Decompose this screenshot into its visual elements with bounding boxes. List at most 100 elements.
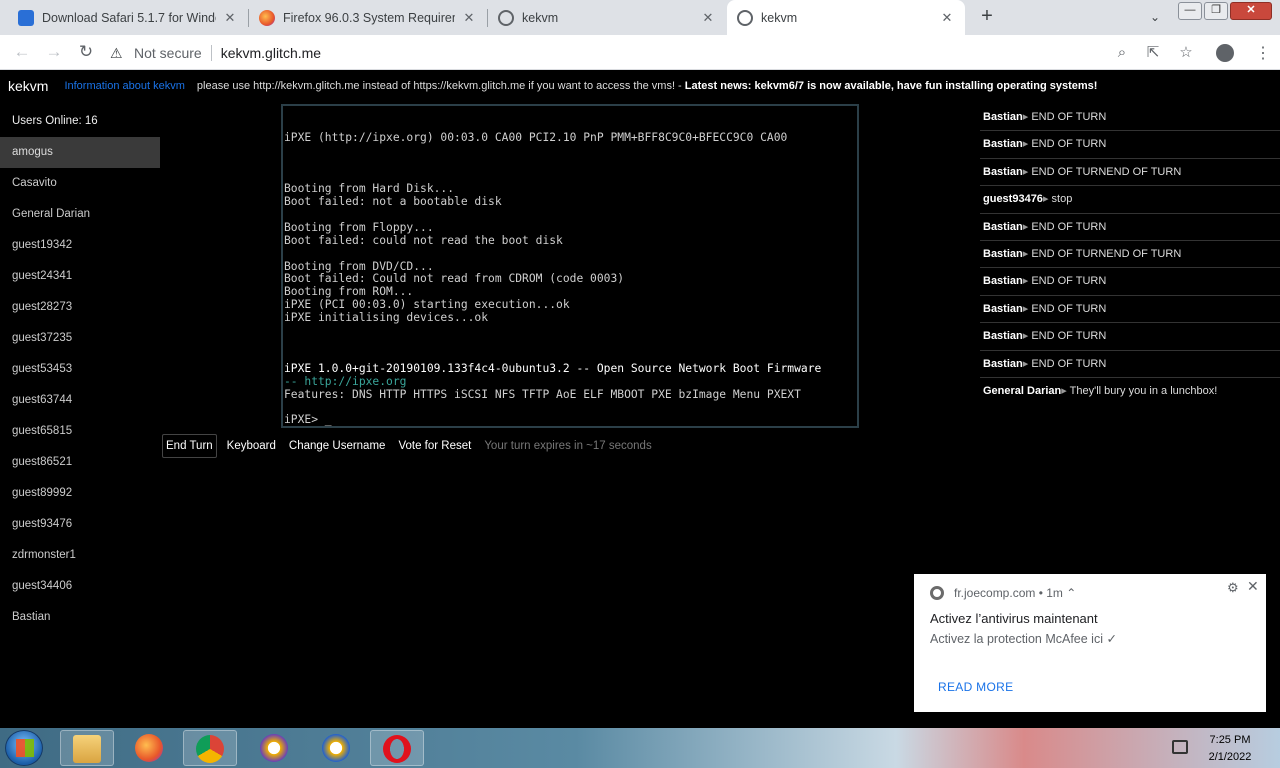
- chat-username: General Darian: [983, 384, 1062, 397]
- chat-username: Bastian: [983, 138, 1023, 151]
- chat-username: Bastian: [983, 357, 1023, 370]
- safari-favicon-icon: [18, 9, 34, 26]
- taskbar-chrome[interactable]: [183, 730, 237, 766]
- user-list-item[interactable]: guest65815: [0, 416, 160, 447]
- user-list-item[interactable]: guest24341: [0, 261, 160, 292]
- system-clock[interactable]: 7:25 PM 2/1/2022: [1190, 732, 1270, 766]
- close-icon[interactable]: ✕: [1247, 578, 1259, 595]
- address-bar[interactable]: ⚠ Not secure kekvm.glitch.me: [110, 40, 1140, 65]
- notification-popup[interactable]: fr.joecomp.com • 1m ⌃ ⚙ ✕ Activez l’anti…: [914, 574, 1266, 712]
- console-dashes: --: [284, 375, 305, 388]
- notification-title: Activez l’antivirus maintenant: [930, 611, 1098, 626]
- close-tab-icon[interactable]: ✕: [222, 10, 238, 26]
- tab-title: Download Safari 5.1.7 for Windo: [42, 10, 216, 25]
- console-line: Boot failed: could not read the boot dis…: [284, 234, 563, 247]
- taskbar-app-5[interactable]: [310, 730, 364, 766]
- back-arrow-icon[interactable]: ←: [11, 41, 33, 63]
- folder-icon: [73, 735, 101, 763]
- new-tab-button[interactable]: +: [975, 5, 999, 29]
- chat-username: Bastian: [983, 165, 1023, 178]
- console-link: http://ipxe.org: [304, 375, 407, 388]
- user-list-item[interactable]: guest37235: [0, 323, 160, 354]
- url-text[interactable]: kekvm.glitch.me: [221, 45, 321, 61]
- user-list-item[interactable]: guest34406: [0, 571, 160, 602]
- tab-kekvm-active[interactable]: kekvm ✕: [727, 0, 965, 35]
- chat-log: Bastian▸ END OF TURN Bastian▸ END OF TURN…: [980, 104, 1280, 405]
- user-list-item[interactable]: Casavito: [0, 168, 160, 199]
- tab-firefox-requirements[interactable]: Firefox 96.0.3 System Requireme ✕: [249, 0, 487, 35]
- tab-kekvm[interactable]: kekvm ✕: [488, 0, 726, 35]
- console-line: Boot failed: not a bootable disk: [284, 195, 502, 208]
- taskbar-firefox[interactable]: [123, 730, 177, 766]
- start-button[interactable]: [5, 730, 43, 766]
- chat-username: Bastian: [983, 302, 1023, 315]
- user-list-items: amogus Casavito General Darian guest19342 gu…: [0, 137, 160, 633]
- gear-icon[interactable]: ⚙: [1227, 580, 1239, 596]
- zoom-icon[interactable]: ⌕: [1112, 43, 1132, 63]
- user-list-item[interactable]: amogus: [0, 137, 160, 168]
- console-line: iPXE (PCI 00:03.0) starting execution...…: [284, 298, 570, 311]
- chat-username: Bastian: [983, 275, 1023, 288]
- user-list-item[interactable]: guest93476: [0, 509, 160, 540]
- user-list-item[interactable]: guest89992: [0, 478, 160, 509]
- taskbar-opera[interactable]: [370, 730, 424, 766]
- user-list-item[interactable]: guest86521: [0, 447, 160, 478]
- end-turn-button[interactable]: End Turn: [162, 434, 217, 458]
- notice-text: please use http://kekvm.glitch.me instea…: [196, 80, 685, 92]
- bookmark-star-icon[interactable]: ☆: [1176, 43, 1196, 63]
- read-more-button[interactable]: READ MORE: [938, 680, 1013, 694]
- keyboard-button[interactable]: Keyboard: [224, 435, 279, 457]
- close-tab-icon[interactable]: ✕: [700, 10, 716, 26]
- user-list-item[interactable]: guest53453: [0, 354, 160, 385]
- forward-arrow-icon[interactable]: →: [43, 41, 65, 63]
- globe-icon: [737, 9, 753, 26]
- chat-username: Bastian: [983, 111, 1023, 123]
- chat-message: guest93476▸ stop: [980, 186, 1280, 214]
- chat-username: Bastian: [983, 247, 1023, 260]
- vm-screen[interactable]: iPXE (http://ipxe.org) 00:03.0 CA00 PCI2…: [281, 104, 859, 428]
- minimize-icon[interactable]: —: [1178, 2, 1202, 20]
- chat-message: Bastian▸ END OF TURNEND OF TURN: [980, 159, 1280, 187]
- user-list-item[interactable]: guest19342: [0, 230, 160, 261]
- share-icon[interactable]: ⇱: [1143, 43, 1163, 63]
- info-link[interactable]: Information about kekvm: [64, 80, 184, 92]
- opera-icon: [383, 735, 411, 763]
- tab-search-chevron-icon[interactable]: ⌄: [1145, 7, 1165, 27]
- tab-title: kekvm: [522, 10, 559, 25]
- chat-text: END OF TURNEND OF TURN: [1031, 247, 1182, 260]
- user-list: Users Online: 16 amogus Casavito General D…: [0, 106, 160, 633]
- notification-source: fr.joecomp.com: [954, 586, 1036, 600]
- kebab-menu-icon[interactable]: ⋮: [1255, 43, 1271, 63]
- taskbar-app-4[interactable]: [248, 730, 302, 766]
- notification-header: fr.joecomp.com • 1m ⌃: [930, 586, 1076, 600]
- profile-avatar-icon[interactable]: [1216, 44, 1234, 62]
- console-line: Booting from Floppy...: [284, 221, 434, 234]
- close-tab-icon[interactable]: ✕: [461, 10, 477, 26]
- vote-reset-button[interactable]: Vote for Reset: [395, 435, 474, 457]
- reload-icon[interactable]: ↻: [75, 41, 97, 63]
- taskbar-explorer[interactable]: [60, 730, 114, 766]
- warning-triangle-icon[interactable]: ⚠: [110, 45, 126, 61]
- chat-text: END OF TURN: [1031, 275, 1107, 288]
- window-close-icon[interactable]: ✕: [1230, 2, 1272, 20]
- chat-text: END OF TURN: [1031, 357, 1107, 370]
- tab-strip: Download Safari 5.1.7 for Windo ✕ Firefo…: [0, 0, 1280, 35]
- user-list-item[interactable]: guest28273: [0, 292, 160, 323]
- site-header: kekvm Information about kekvm please use…: [0, 71, 1280, 101]
- close-tab-icon[interactable]: ✕: [939, 10, 955, 26]
- change-username-button[interactable]: Change Username: [286, 435, 389, 457]
- tab-title: Firefox 96.0.3 System Requireme: [283, 10, 455, 25]
- security-status[interactable]: Not secure: [134, 45, 202, 61]
- restore-icon[interactable]: ❐: [1204, 2, 1228, 20]
- network-icon[interactable]: [1172, 740, 1188, 754]
- user-list-item[interactable]: guest63744: [0, 385, 160, 416]
- site-brand[interactable]: kekvm: [8, 78, 48, 94]
- notification-body: Activez la protection McAfee ici ✓: [930, 632, 1117, 646]
- user-list-item[interactable]: General Darian: [0, 199, 160, 230]
- chat-text: END OF TURN: [1031, 111, 1107, 123]
- chat-text: END OF TURN: [1031, 330, 1107, 343]
- user-list-item[interactable]: zdrmonster1: [0, 540, 160, 571]
- user-list-item[interactable]: Bastian: [0, 602, 160, 633]
- tab-safari-download[interactable]: Download Safari 5.1.7 for Windo ✕: [8, 0, 248, 35]
- notification-time[interactable]: • 1m ⌃: [1039, 586, 1077, 600]
